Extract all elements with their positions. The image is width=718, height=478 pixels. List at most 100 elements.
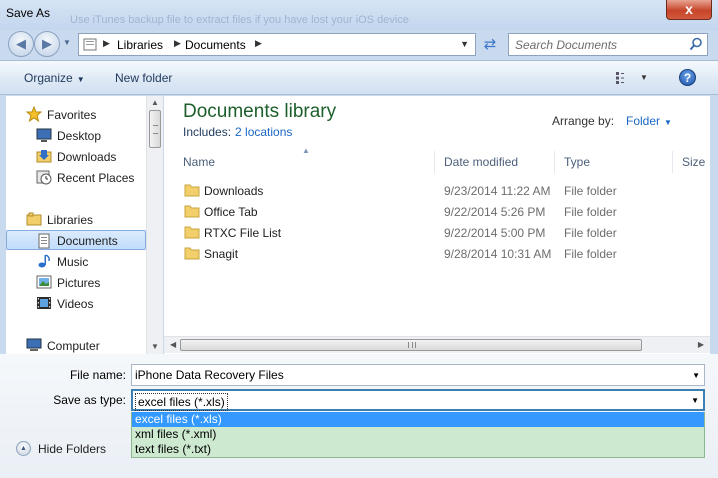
table-row[interactable]: Downloads 9/23/2014 11:22 AM File folder [178, 180, 710, 201]
chevron-right-icon[interactable]: ▶ [103, 38, 110, 49]
chevron-down-icon: ▼ [664, 118, 672, 127]
music-icon [38, 254, 50, 268]
chevron-right-icon[interactable]: ▶ [255, 38, 262, 49]
nav-label: Desktop [57, 129, 102, 143]
table-row[interactable]: Office Tab 9/22/2014 5:26 PM File folder [178, 201, 710, 222]
option-xml[interactable]: xml files (*.xml) [132, 427, 704, 442]
refresh-button[interactable]: ⇄ [480, 35, 500, 55]
file-name: Snagit [204, 247, 239, 261]
save-as-type-label: Save as type: [53, 393, 126, 407]
folder-icon [184, 247, 200, 260]
refresh-icon: ⇄ [483, 36, 497, 53]
back-button[interactable]: ◀ [8, 31, 34, 57]
nav-item-documents[interactable]: Documents [6, 230, 146, 250]
nav-label: Favorites [47, 108, 97, 122]
file-name-combobox[interactable]: ▼ [131, 364, 705, 386]
nav-label: Documents [57, 234, 118, 248]
help-button[interactable]: ? [679, 69, 696, 86]
table-row[interactable]: RTXC File List 9/22/2014 5:00 PM File fo… [178, 222, 710, 243]
arrange-by-value: Folder [626, 114, 661, 128]
scroll-right-icon[interactable]: ▶ [698, 340, 704, 349]
save-as-type-value: excel files (*.xls) [135, 393, 228, 411]
nav-item-libraries[interactable]: Libraries [6, 209, 146, 229]
window-title: Save As [6, 6, 51, 20]
nav-item-videos[interactable]: Videos [6, 293, 146, 313]
new-folder-button[interactable]: New folder [115, 71, 172, 85]
nav-item-music[interactable]: Music [6, 251, 146, 271]
close-button[interactable]: x [666, 0, 712, 20]
star-icon [26, 106, 42, 122]
chevron-right-icon[interactable]: ▶ [174, 38, 181, 49]
search-box[interactable] [508, 33, 708, 56]
column-header-date-modified[interactable]: Date modified [444, 155, 518, 169]
library-title: Documents library [183, 101, 337, 122]
column-header-name[interactable]: Name [183, 155, 215, 169]
computer-icon [26, 338, 42, 351]
command-bar: Organize ▼ New folder ▼ ? [0, 60, 718, 95]
chevron-up-icon: ▲ [16, 441, 31, 456]
folder-icon [184, 205, 200, 218]
nav-item-computer[interactable]: Computer [6, 335, 146, 355]
scroll-down-icon[interactable]: ▼ [151, 342, 159, 351]
column-divider[interactable] [434, 151, 435, 173]
scroll-left-icon[interactable]: ◀ [170, 340, 176, 349]
scrollbar-thumb[interactable] [180, 339, 642, 351]
file-name-label: File name: [69, 368, 126, 382]
includes-label: Includes: [183, 125, 232, 139]
address-dropdown-icon[interactable]: ▼ [460, 39, 469, 49]
scrollbar-thumb[interactable] [149, 110, 161, 148]
recent-places-icon [36, 170, 52, 185]
desktop-icon [36, 128, 52, 142]
file-name-input[interactable] [132, 365, 688, 385]
background-page-text: Use iTunes backup file to extract files … [70, 14, 409, 26]
option-text[interactable]: text files (*.txt) [132, 442, 704, 457]
file-type: File folder [564, 184, 617, 198]
nav-item-favorites[interactable]: Favorites [6, 104, 146, 124]
nav-item-downloads[interactable]: Downloads [6, 146, 146, 166]
column-header-row: ▲ Name Date modified Type Size [178, 146, 710, 173]
locations-link[interactable]: 2 locations [235, 125, 292, 139]
nav-item-pictures[interactable]: Pictures [6, 272, 146, 292]
file-name: Office Tab [204, 205, 258, 219]
libraries-icon [26, 212, 42, 226]
search-icon[interactable] [689, 37, 703, 51]
file-name: RTXC File List [204, 226, 282, 240]
file-date: 9/22/2014 5:26 PM [444, 205, 546, 219]
arrange-by-dropdown[interactable]: Folder ▼ [626, 114, 672, 128]
save-options-panel: File name: ▼ Save as type: excel files (… [0, 354, 718, 478]
organize-button[interactable]: Organize ▼ [24, 71, 85, 85]
view-options-icon[interactable] [616, 72, 632, 84]
nav-item-desktop[interactable]: Desktop [6, 125, 146, 145]
column-header-type[interactable]: Type [564, 155, 590, 169]
file-type: File folder [564, 226, 617, 240]
column-divider[interactable] [554, 151, 555, 173]
table-row[interactable]: Snagit 9/28/2014 10:31 AM File folder [178, 243, 710, 264]
scroll-up-icon[interactable]: ▲ [151, 98, 159, 107]
file-date: 9/23/2014 11:22 AM [444, 184, 551, 198]
nav-label: Music [57, 255, 89, 269]
navigation-scrollbar[interactable]: ▲ ▼ [146, 96, 163, 354]
chevron-down-icon[interactable]: ▼ [691, 396, 699, 405]
search-input[interactable] [509, 34, 687, 55]
forward-button[interactable]: ▶ [34, 31, 60, 57]
chevron-down-icon[interactable]: ▼ [692, 371, 700, 380]
file-type: File folder [564, 205, 617, 219]
nav-label: Computer [47, 339, 100, 353]
view-dropdown-icon[interactable]: ▼ [640, 73, 648, 82]
nav-label: Downloads [57, 150, 117, 164]
nav-item-recent-places[interactable]: Recent Places [6, 167, 146, 187]
option-excel[interactable]: excel files (*.xls) [132, 412, 704, 427]
save-as-type-select[interactable]: excel files (*.xls) ▼ [131, 389, 705, 411]
file-type: File folder [564, 247, 617, 261]
breadcrumb-libraries[interactable]: Libraries [117, 38, 163, 52]
breadcrumb-documents[interactable]: Documents [185, 38, 246, 52]
nav-label: Pictures [57, 276, 101, 290]
column-header-size[interactable]: Size [682, 155, 705, 169]
file-list-pane: Documents library Includes: 2 locations A… [164, 96, 710, 354]
address-row: ◀ ▶ ▼ ▶ Libraries ▶ Documents ▶ ▼ ⇄ [0, 30, 718, 60]
recent-locations-dropdown[interactable]: ▼ [63, 38, 71, 47]
address-bar[interactable]: ▶ Libraries ▶ Documents ▶ ▼ [78, 33, 476, 56]
column-divider[interactable] [672, 151, 673, 173]
file-list-scrollbar[interactable]: ◀ ▶ [164, 336, 710, 353]
downloads-icon [36, 150, 52, 163]
